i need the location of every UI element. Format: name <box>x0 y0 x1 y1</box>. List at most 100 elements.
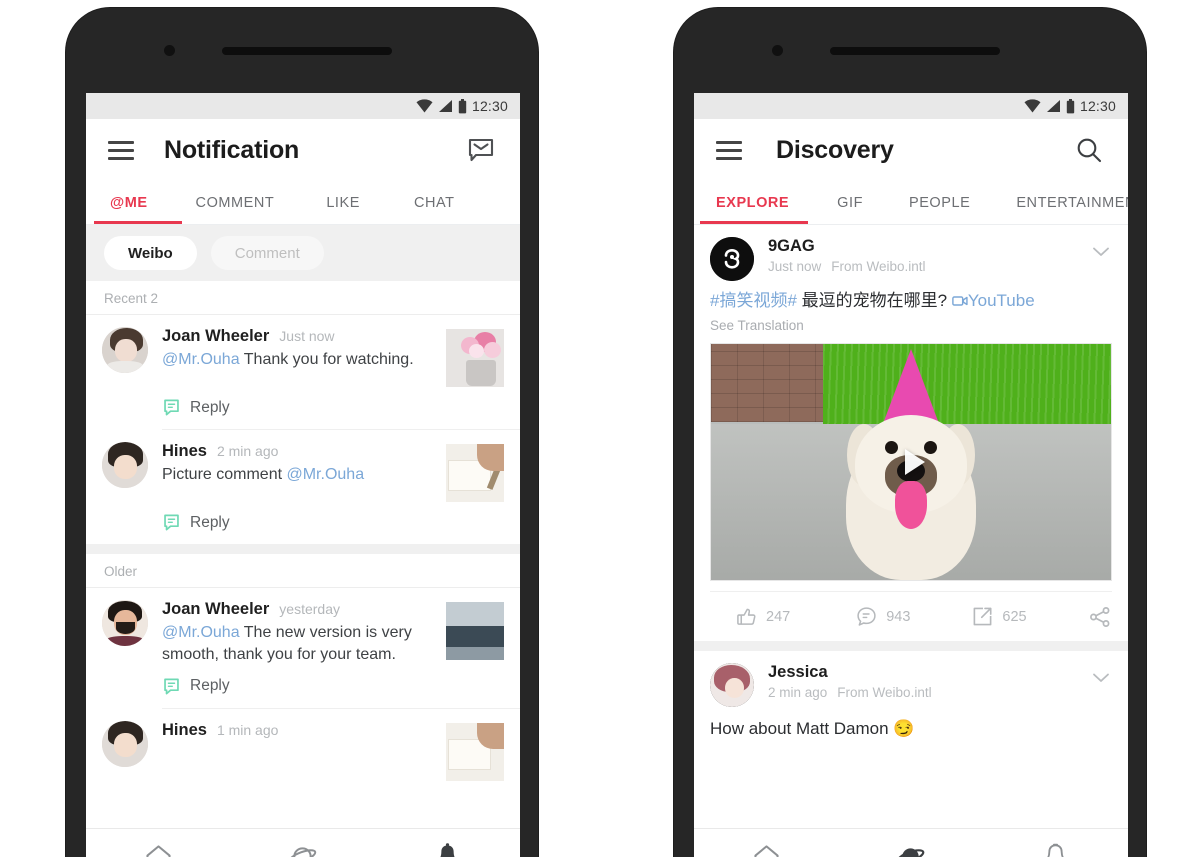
section-gap <box>86 544 520 554</box>
notification-text: @Mr.Ouha Thank you for watching. <box>162 349 438 371</box>
status-bar-right: 12:30 <box>694 93 1128 119</box>
share-button[interactable] <box>1089 606 1111 628</box>
thumbs-up-icon <box>737 608 756 625</box>
nav-discovery-button[interactable] <box>882 836 940 857</box>
home-icon <box>754 844 779 857</box>
earpiece-speaker <box>222 47 392 55</box>
notification-item-partial[interactable]: Hines 1 min ago <box>86 708 520 781</box>
signal-icon <box>1046 100 1060 112</box>
nav-home-button[interactable] <box>129 836 187 857</box>
see-translation-link[interactable]: See Translation <box>710 318 1112 333</box>
avatar[interactable] <box>710 237 754 281</box>
post-author: Jessica <box>768 663 828 682</box>
avatar[interactable] <box>710 663 754 708</box>
post-body-text: How about Matt Damon <box>710 719 894 739</box>
tab-chat[interactable]: CHAT <box>414 195 455 211</box>
tab-entertainment[interactable]: ENTERTAINMENT <box>1016 195 1128 211</box>
chip-weibo[interactable]: Weibo <box>104 236 197 270</box>
reply-button[interactable]: Reply <box>162 677 520 696</box>
section-label-older: Older <box>86 554 520 587</box>
tab-explore[interactable]: EXPLORE <box>716 195 789 211</box>
phone-screen-discovery: 12:30 Discovery EXPLORE GIF PEOPLE ENTER… <box>694 93 1128 857</box>
notification-item[interactable]: Joan Wheeler yesterday @Mr.Ouha The new … <box>86 588 520 666</box>
status-bar-left: 12:30 <box>86 93 520 119</box>
front-camera-dot <box>164 45 175 56</box>
notification-text: @Mr.Ouha The new version is very smooth,… <box>162 622 438 666</box>
like-button[interactable]: 247 <box>736 606 790 627</box>
battery-icon <box>1066 98 1075 113</box>
tab-gif[interactable]: GIF <box>837 195 863 211</box>
bell-notification-icon <box>440 843 455 857</box>
nav-notification-button[interactable] <box>1027 836 1085 857</box>
mention-link[interactable]: @Mr.Ouha <box>162 351 240 368</box>
notification-text: Picture comment @Mr.Ouha <box>162 464 438 486</box>
wifi-icon <box>416 99 433 113</box>
status-clock: 12:30 <box>1079 98 1116 114</box>
post-text: How about Matt Damon 😏 <box>710 719 1112 739</box>
comment-button[interactable]: 943 <box>856 606 910 627</box>
youtube-link[interactable]: YouTube <box>968 291 1035 310</box>
nav-discovery-button[interactable] <box>274 836 332 857</box>
tab-comment[interactable]: COMMENT <box>196 195 275 211</box>
post-source: From Weibo.intl <box>831 259 926 274</box>
reply-label: Reply <box>190 677 230 694</box>
battery-icon <box>458 98 467 113</box>
notification-item[interactable]: Hines 2 min ago Picture comment @Mr.Ouha <box>86 430 520 502</box>
phone-device-right: 12:30 Discovery EXPLORE GIF PEOPLE ENTER… <box>674 8 1146 857</box>
notification-timestamp: Just now <box>279 328 335 344</box>
chevron-down-icon[interactable] <box>1090 241 1112 263</box>
planet-discovery-icon <box>897 847 925 857</box>
section-label-recent: Recent 2 <box>86 281 520 314</box>
notification-thumbnail[interactable] <box>446 329 504 387</box>
app-bar-right: Discovery <box>694 119 1128 181</box>
post-meta-line: Just now From Weibo.intl <box>768 259 1090 274</box>
tab-at-me[interactable]: @ME <box>110 195 148 211</box>
tab-bar-right: EXPLORE GIF PEOPLE ENTERTAINMENT <box>694 181 1128 225</box>
notification-author: Joan Wheeler <box>162 327 270 345</box>
signal-icon <box>438 100 452 112</box>
notification-timestamp: yesterday <box>279 601 340 617</box>
reply-label: Reply <box>190 398 230 416</box>
tab-like[interactable]: LIKE <box>326 195 360 211</box>
reply-button[interactable]: Reply <box>162 398 520 417</box>
tab-people[interactable]: PEOPLE <box>909 195 970 211</box>
notification-thumbnail[interactable] <box>446 602 504 660</box>
comment-count: 943 <box>886 608 911 625</box>
notification-timestamp: 1 min ago <box>216 721 279 738</box>
chevron-down-icon[interactable] <box>1090 667 1112 689</box>
page-title: Discovery <box>776 135 894 164</box>
mention-link[interactable]: @Mr.Ouha <box>162 624 240 641</box>
nav-home-button[interactable] <box>737 836 795 857</box>
share-icon <box>1089 606 1110 627</box>
feed-post: 9GAG Just now From Weibo.intl #搞笑视频# 最逗的宠… <box>694 225 1128 642</box>
notification-thumbnail[interactable] <box>446 722 504 781</box>
notification-thumbnail[interactable] <box>446 444 504 502</box>
post-timestamp: Just now <box>768 259 822 274</box>
feed-post: Jessica 2 min ago From Weibo.intl How abo… <box>694 651 1128 740</box>
app-bar-left: Notification <box>86 119 520 181</box>
phone-screen-notification: 12:30 Notification @ME COMMENT LIKE CHAT <box>86 93 520 857</box>
repost-button[interactable]: 625 <box>972 606 1027 627</box>
hamburger-menu-icon[interactable] <box>716 140 742 160</box>
reply-button[interactable]: Reply <box>162 513 520 532</box>
chip-comment[interactable]: Comment <box>210 236 324 270</box>
post-video-thumbnail[interactable] <box>710 343 1112 582</box>
active-tab-indicator <box>700 221 808 224</box>
notification-author: Joan Wheeler <box>162 600 270 618</box>
post-author: 9GAG <box>768 237 815 255</box>
hashtag-link[interactable]: #搞笑视频# <box>710 291 797 310</box>
status-clock: 12:30 <box>471 98 508 114</box>
post-text: #搞笑视频# 最逗的宠物在哪里? YouTube <box>710 290 1112 312</box>
play-icon[interactable] <box>905 449 925 476</box>
message-envelope-icon[interactable] <box>464 133 498 167</box>
bell-notification-icon <box>1047 843 1064 857</box>
notification-item[interactable]: Joan Wheeler Just now @Mr.Ouha Thank you… <box>86 315 520 387</box>
nav-notification-button[interactable] <box>419 836 477 857</box>
notification-timestamp: 2 min ago <box>216 443 279 459</box>
search-icon[interactable] <box>1072 133 1106 167</box>
hamburger-menu-icon[interactable] <box>108 140 134 160</box>
mention-link[interactable]: @Mr.Ouha <box>286 466 364 483</box>
repost-count: 625 <box>1002 608 1027 625</box>
phone-device-left: 12:30 Notification @ME COMMENT LIKE CHAT <box>66 8 538 857</box>
tab-bar-left: @ME COMMENT LIKE CHAT <box>86 181 520 225</box>
